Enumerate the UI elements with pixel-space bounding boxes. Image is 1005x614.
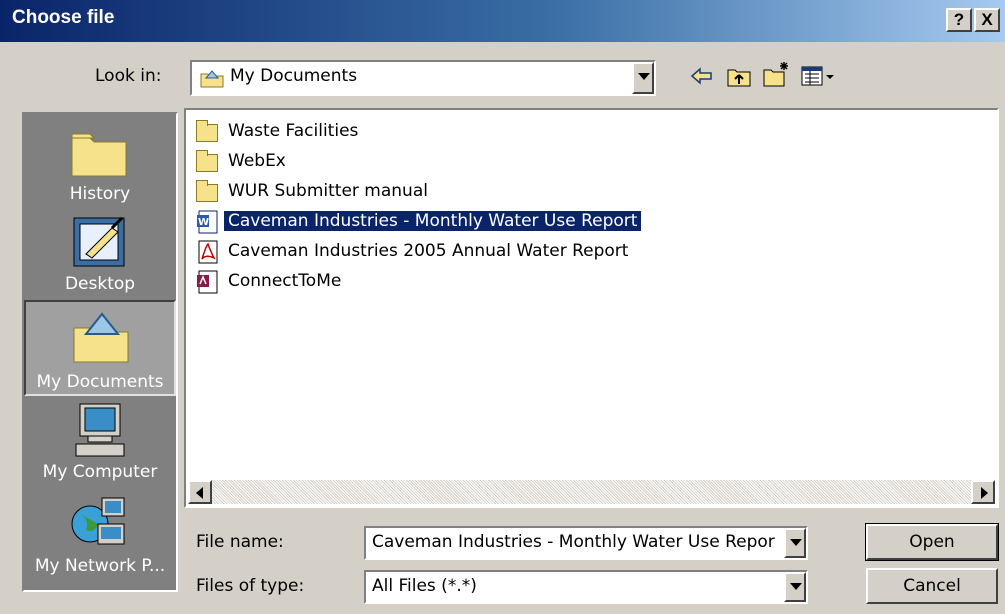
help-button[interactable]: ?	[946, 8, 972, 32]
window-title: Choose file	[12, 7, 115, 28]
file-list[interactable]: Waste Facilities WebEx WUR Submitter man…	[184, 108, 999, 508]
place-my-documents-label: My Documents	[36, 372, 164, 392]
place-desktop[interactable]: Desktop	[24, 210, 176, 296]
back-icon[interactable]	[690, 66, 714, 91]
file-name-text: WebEx	[228, 151, 286, 171]
file-name-dropdown-button[interactable]	[784, 528, 806, 558]
history-folder-icon	[70, 126, 128, 183]
folder-icon	[196, 180, 218, 202]
place-my-network-places-label: My Network P...	[34, 556, 166, 576]
scroll-right-button[interactable]	[971, 480, 995, 504]
my-documents-icon	[200, 68, 224, 88]
place-desktop-label: Desktop	[64, 274, 136, 294]
look-in-value: My Documents	[230, 66, 358, 86]
view-menu-icon[interactable]	[800, 64, 836, 93]
look-in-label: Look in:	[95, 66, 162, 86]
file-name-text: WUR Submitter manual	[228, 181, 428, 201]
place-history-label: History	[69, 184, 131, 204]
scroll-left-button[interactable]	[188, 480, 212, 504]
look-in-dropdown[interactable]: My Documents	[190, 60, 656, 96]
file-name-value: Caveman Industries - Monthly Water Use R…	[372, 532, 775, 552]
file-name-text: ConnectToMe	[228, 271, 342, 291]
place-my-network-places[interactable]: My Network P...	[24, 490, 176, 580]
file-name-label: File name:	[196, 532, 284, 552]
place-history[interactable]: History	[24, 120, 176, 206]
look-in-dropdown-button[interactable]	[632, 62, 654, 94]
network-places-icon	[68, 494, 130, 555]
up-folder-icon[interactable]	[726, 64, 752, 93]
folder-icon	[196, 150, 218, 172]
open-button[interactable]: Open	[865, 523, 999, 561]
files-of-type-dropdown-button[interactable]	[784, 572, 806, 602]
word-document-icon: W	[196, 210, 220, 234]
folder-icon	[196, 120, 218, 142]
my-computer-icon	[70, 402, 130, 463]
files-of-type-value: All Files (*.*)	[372, 576, 477, 596]
desktop-icon	[72, 214, 128, 273]
place-my-documents[interactable]: My Documents	[24, 300, 176, 396]
my-documents-icon	[72, 310, 130, 369]
horizontal-scrollbar[interactable]	[188, 480, 995, 504]
place-my-computer[interactable]: My Computer	[24, 400, 176, 486]
svg-text:W: W	[198, 217, 209, 228]
title-bar: Choose file ? X	[0, 0, 1005, 42]
new-folder-icon[interactable]	[762, 60, 792, 93]
close-button[interactable]: X	[974, 8, 1000, 32]
cancel-button[interactable]: Cancel	[866, 568, 998, 604]
files-of-type-label: Files of type:	[196, 576, 305, 596]
pdf-icon	[196, 240, 220, 264]
file-name-text: Waste Facilities	[228, 121, 359, 141]
access-database-icon	[196, 270, 220, 294]
files-of-type-dropdown[interactable]: All Files (*.*)	[364, 570, 808, 604]
file-name-input[interactable]: Caveman Industries - Monthly Water Use R…	[364, 526, 808, 560]
places-bar: History Desktop My Documents My Computer…	[22, 112, 178, 592]
file-name-text: Caveman Industries - Monthly Water Use R…	[224, 211, 642, 231]
place-my-computer-label: My Computer	[42, 462, 158, 482]
file-name-text: Caveman Industries 2005 Annual Water Rep…	[228, 241, 629, 261]
